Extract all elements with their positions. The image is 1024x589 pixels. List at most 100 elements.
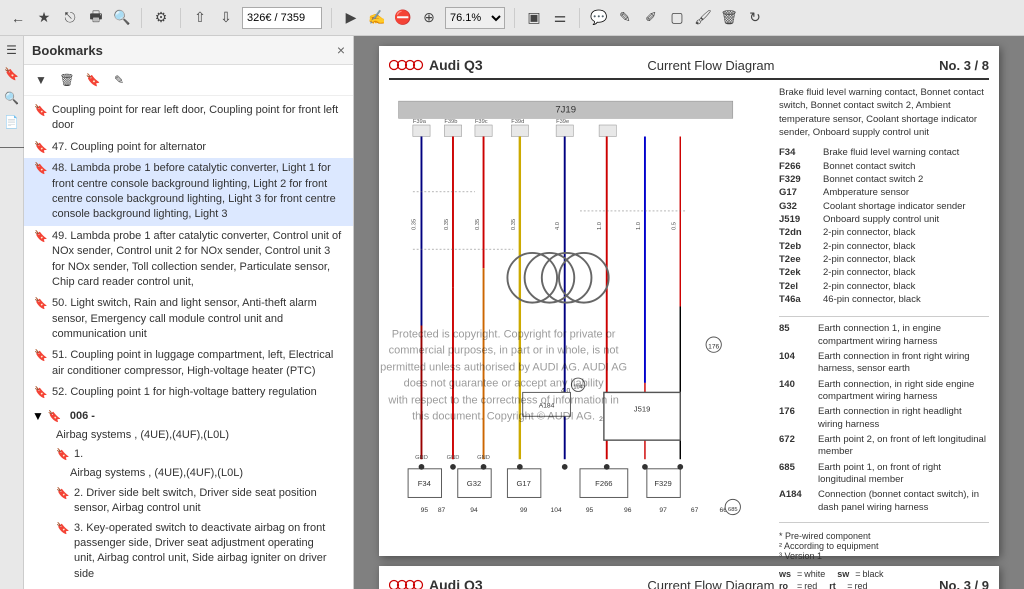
page-number-input[interactable] [242,7,322,29]
list-item[interactable]: 🔖 51. Coupling point in luggage compartm… [24,345,353,382]
share-icon[interactable]: ⎋ [60,8,80,28]
pen-icon[interactable]: ✎ [615,8,635,28]
color-legend: ws=white sw=black ro=red rt=red br=brown… [779,569,989,589]
audi-logo: Audi Q3 [389,56,483,74]
download-icon[interactable]: ⇩ [216,8,236,28]
bookmark-panel-icon[interactable]: 🔖 [2,64,22,84]
color-row: ws=white sw=black [779,569,989,579]
bookmark-icon: 🔖 [56,522,70,536]
color-item: ws=white [779,569,825,579]
earth-item: 176 Earth connection in right headlight … [779,406,989,431]
bookmarks-toolbar: ▼ 🗑 🔖 ✎ [24,65,353,96]
columns-icon[interactable]: ⚌ [550,8,570,28]
bookmark-text: 49. Lambda probe 1 after catalytic conve… [52,229,345,291]
component-desc: Ambperature sensor [823,187,909,199]
bookmark-text: Airbag systems , (4UE),(4UF),(L0L) [70,466,337,481]
component-item: G32 Coolant shortage indicator sender [779,201,989,213]
earth-desc: Earth connection, in right side engine c… [818,379,989,404]
back-icon[interactable]: ← [8,8,28,28]
bookmark-icon: 🔖 [34,230,48,244]
component-id: G17 [779,187,819,199]
settings-icon[interactable]: ⚙ [151,8,171,28]
component-desc: 2-pin connector, black [823,227,915,239]
pdf-sidebar-right: Brake fluid level warning contact, Bonne… [779,86,989,589]
cursor-icon[interactable]: ▶ [341,8,361,28]
zoom-out-toolbar-icon[interactable]: 🔍 [112,8,132,28]
zoom-select[interactable]: 76.1% 50% 75% 100% 125% 150% [445,7,505,29]
bookmarks-close-button[interactable]: × [337,42,345,58]
component-id: F34 [779,147,819,159]
earth-desc: Connection (bonnet contact switch), in d… [818,489,989,514]
bookmark-icon: 🔖 [34,162,48,176]
fit-icon[interactable]: ▣ [524,8,544,28]
upload-icon[interactable]: ⇧ [190,8,210,28]
bookmarks-title: Bookmarks [32,43,103,58]
bookmark-icon: 🔖 [34,104,48,118]
list-item[interactable]: 🔖 49. Lambda probe 1 after catalytic con… [24,226,353,294]
svg-text:F266: F266 [595,479,612,488]
svg-text:GND: GND [415,455,428,461]
svg-text:1.0: 1.0 [636,222,642,230]
bm-edit-icon[interactable]: ✎ [108,69,130,91]
bookmark-group-header[interactable]: ▼ 🔖 006 - [32,407,345,426]
component-desc: Bonnet contact switch [823,161,915,173]
svg-text:94: 94 [470,507,478,514]
pdf-page-number: No. 3 / 8 [939,58,989,73]
list-item-48[interactable]: 🔖 48. Lambda probe 1 before catalytic co… [24,158,353,226]
list-item[interactable]: 🔖 52. Coupling point 1 for high-voltage … [24,382,353,403]
annotation-icon[interactable]: 📄 [2,112,22,132]
earth-id: A184 [779,489,814,514]
svg-text:F329: F329 [654,479,671,488]
svg-text:97: 97 [659,507,667,514]
hand-icon[interactable]: ✍ [367,8,387,28]
search-left-icon[interactable]: 🔍 [2,88,22,108]
minus-circle-icon[interactable]: ⛔ [393,8,413,28]
list-item[interactable]: 🔖 3. Key-operated switch to deactivate a… [32,519,345,585]
list-item[interactable]: 🔖 47. Coupling point for alternator [24,137,353,158]
earth-id: 85 [779,323,814,348]
svg-text:87: 87 [438,507,446,514]
component-desc: 2-pin connector, black [823,254,915,266]
component-item: T2dn 2-pin connector, black [779,227,989,239]
svg-text:96: 96 [624,507,632,514]
divider [779,522,989,523]
comment-icon[interactable]: 💬 [589,8,609,28]
bm-add-icon[interactable]: 🔖 [82,69,104,91]
svg-text:GND: GND [477,455,490,461]
audi-brand-text: Audi Q3 [429,57,483,73]
component-item: T2el 2-pin connector, black [779,281,989,293]
bm-delete-icon[interactable]: 🗑 [56,69,78,91]
list-item[interactable]: 🔖 2. Driver side belt switch, Driver sid… [32,484,345,519]
color-item: rt=red [829,581,867,589]
pdf-diagram-title: Current Flow Diagram [493,58,929,73]
list-item[interactable]: 🔖 Coupling point for rear left door, Cou… [24,100,353,137]
trash-icon[interactable]: 🗑 [719,8,739,28]
component-desc: 2-pin connector, black [823,267,915,279]
star-icon[interactable]: ★ [34,8,54,28]
svg-text:95: 95 [421,507,429,514]
bm-expand-icon[interactable]: ▼ [30,69,52,91]
svg-text:0.35: 0.35 [412,219,418,230]
bookmark-icon: 🔖 [48,410,62,424]
audi-rings-svg [389,56,425,74]
sep5 [579,8,580,28]
earth-item: 140 Earth connection, in right side engi… [779,379,989,404]
left-nav-icon[interactable]: ☰ [2,40,22,60]
shapes-icon[interactable]: ▢ [667,8,687,28]
layers-icon[interactable]: ⸻ [2,136,22,156]
redo-icon[interactable]: ↻ [745,8,765,28]
stamp-icon[interactable]: 🖌 [693,8,713,28]
component-desc: Bonnet contact switch 2 [823,174,923,186]
print-icon[interactable]: 🖶 [86,8,106,28]
pdf-viewer[interactable]: Audi Q3 Current Flow Diagram No. 3 / 8 7… [354,36,1024,589]
highlight-icon[interactable]: ✐ [641,8,661,28]
svg-text:0.35: 0.35 [444,219,450,230]
list-item[interactable]: Airbag systems , (4UE),(4UF),(L0L) [32,464,345,483]
list-item[interactable]: Airbag systems , (4UE),(4UF),(L0L) [32,426,345,445]
list-item[interactable]: 🔖 50. Light switch, Rain and light senso… [24,293,353,345]
list-item[interactable]: 🔖 1. [32,445,345,464]
collapse-icon: ▼ [32,409,44,423]
bookmark-text: Coupling point for rear left door, Coupl… [52,103,345,134]
plus-circle-icon[interactable]: ⊕ [419,8,439,28]
earth-item: 85 Earth connection 1, in engine compart… [779,323,989,348]
